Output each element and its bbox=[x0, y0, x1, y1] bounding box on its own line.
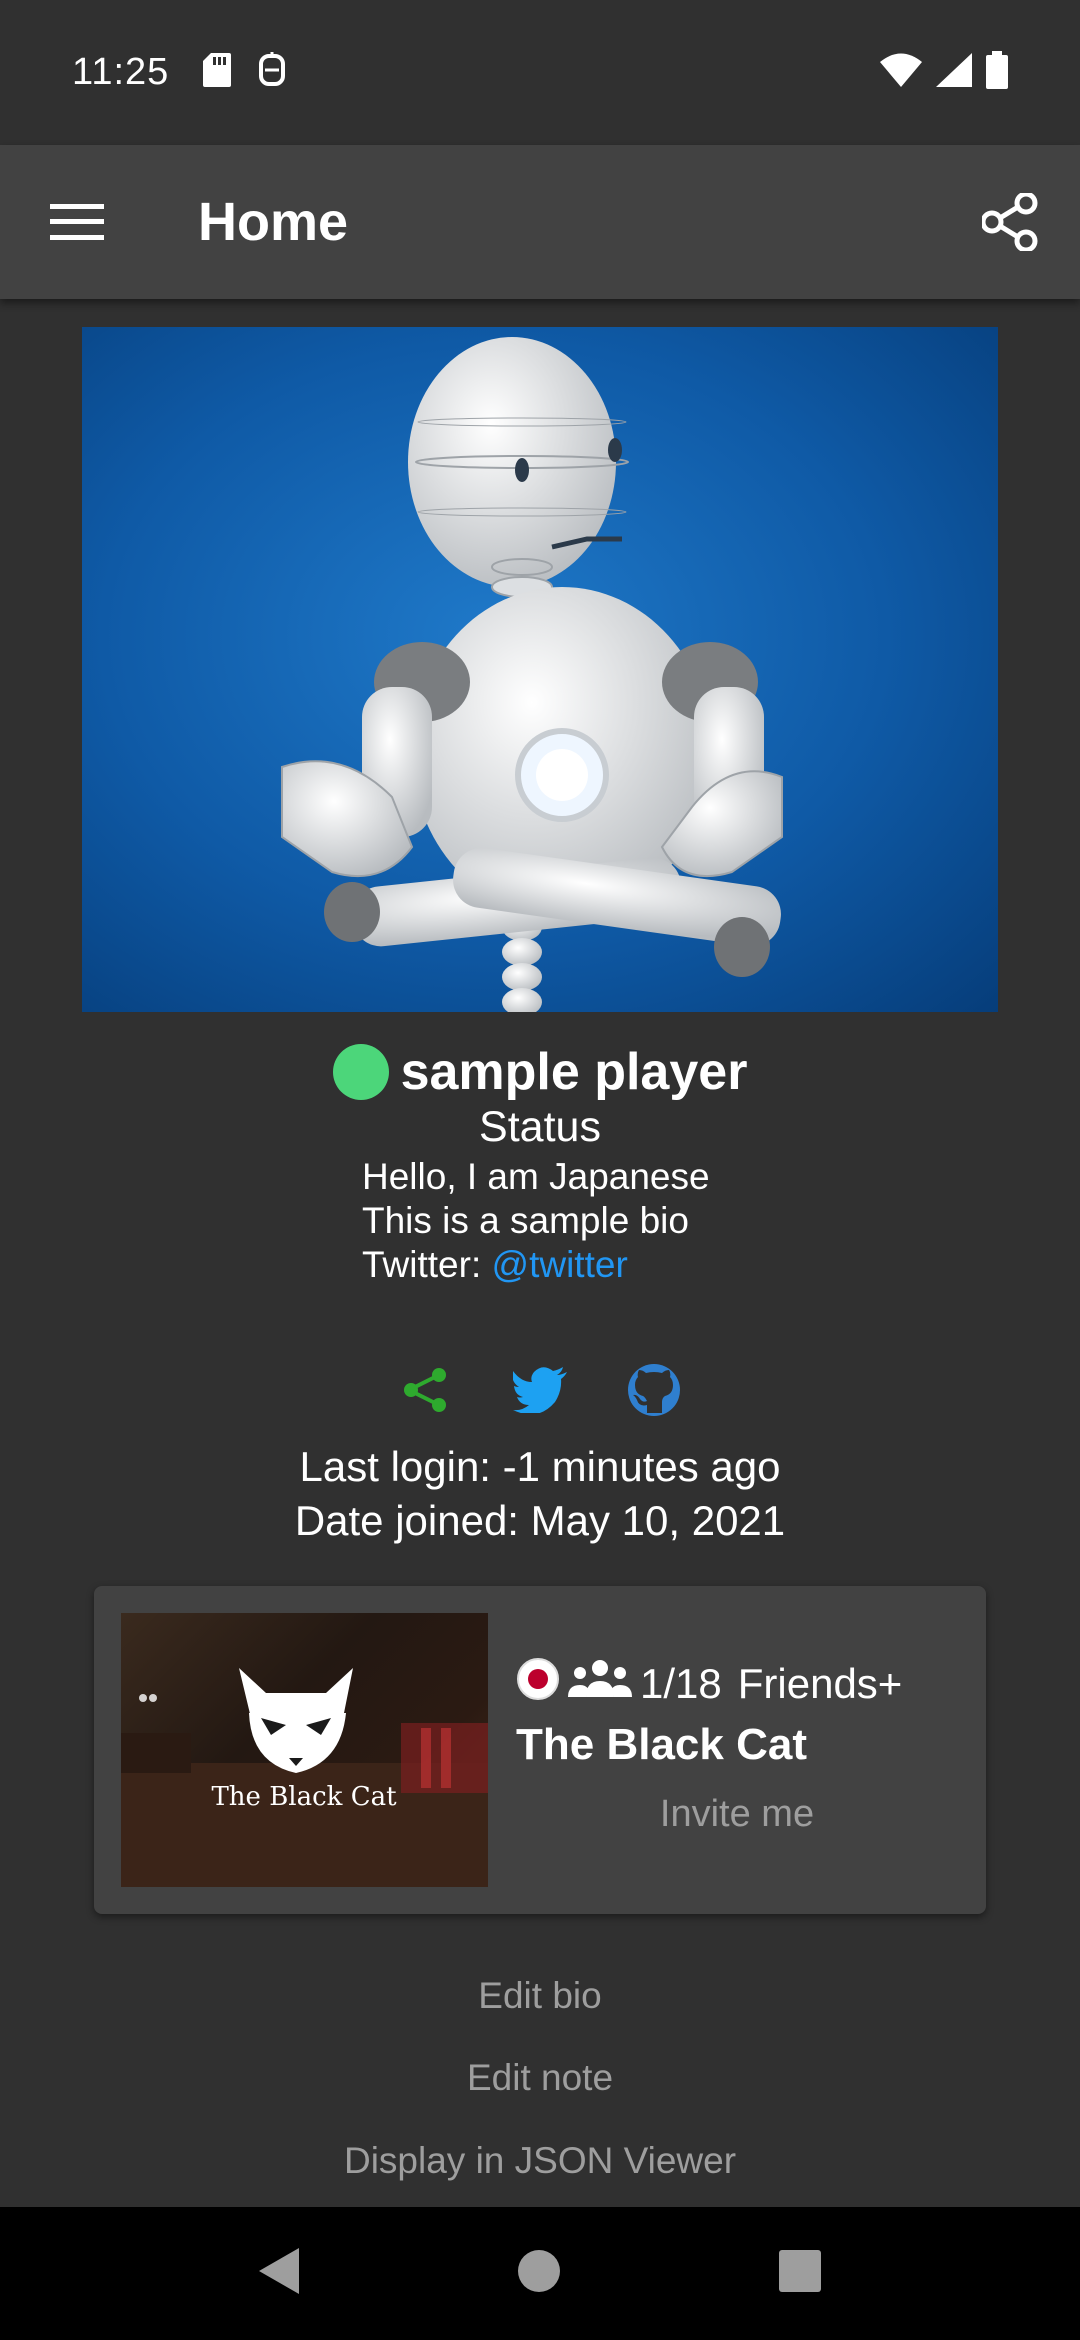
system-nav-bar bbox=[0, 2207, 1080, 2340]
notification-icon bbox=[257, 52, 287, 93]
twitter-label: Twitter: bbox=[362, 1244, 492, 1285]
player-status: Status bbox=[479, 1103, 601, 1151]
signal-icon bbox=[936, 53, 972, 92]
sd-card-icon bbox=[203, 53, 232, 92]
login-info: Last login: -1 minutes ago Date joined: … bbox=[0, 1440, 1080, 1548]
edit-note-button[interactable]: Edit note bbox=[0, 2057, 1080, 2099]
recents-button[interactable] bbox=[779, 2250, 821, 2297]
status-time: 11:25 bbox=[72, 51, 170, 93]
app-bar: Home bbox=[0, 145, 1080, 299]
menu-button[interactable] bbox=[0, 145, 154, 299]
japan-flag-icon bbox=[516, 1657, 560, 1711]
robot-avatar-illustration bbox=[281, 337, 783, 1012]
battery-icon bbox=[986, 51, 1008, 94]
hamburger-icon bbox=[50, 204, 104, 240]
status-bar: 11:25 bbox=[0, 0, 1080, 145]
bio-line: Twitter: @twitter bbox=[362, 1243, 882, 1287]
world-thumbnail-art: The Black Cat bbox=[121, 1668, 488, 1887]
bio-line: Hello, I am Japanese bbox=[362, 1156, 710, 1197]
back-icon bbox=[259, 2248, 299, 2294]
share-icon bbox=[982, 193, 1038, 251]
twitter-button[interactable] bbox=[512, 1362, 568, 1418]
avatar-image[interactable] bbox=[82, 327, 998, 1012]
world-info: 1/18 Friends+ The Black Cat bbox=[516, 1656, 966, 1770]
world-thumbnail-label: The Black Cat bbox=[211, 1782, 397, 1812]
people-icon bbox=[568, 1659, 632, 1709]
world-card[interactable]: The Black Cat 1/18 Friends+ The Black Ca… bbox=[94, 1586, 986, 1914]
recents-icon bbox=[779, 2250, 821, 2292]
edit-bio-button[interactable]: Edit bio bbox=[0, 1975, 1080, 2017]
share-profile-button[interactable] bbox=[398, 1362, 454, 1418]
github-button[interactable] bbox=[626, 1362, 682, 1418]
last-login: Last login: -1 minutes ago bbox=[299, 1443, 781, 1490]
online-status-indicator bbox=[332, 1044, 389, 1100]
wifi-icon bbox=[880, 53, 922, 92]
bio-line: This is a sample bio bbox=[362, 1200, 689, 1241]
share-button[interactable] bbox=[940, 145, 1080, 299]
home-icon bbox=[518, 2250, 560, 2292]
world-thumbnail[interactable]: The Black Cat bbox=[121, 1613, 488, 1887]
page-title: Home bbox=[198, 192, 349, 252]
world-access: Friends+ bbox=[737, 1660, 903, 1707]
twitter-link[interactable]: @twitter bbox=[492, 1244, 628, 1285]
back-button[interactable] bbox=[259, 2248, 299, 2299]
github-icon bbox=[628, 1364, 680, 1416]
player-count: 1/18 bbox=[640, 1660, 722, 1707]
twitter-icon bbox=[513, 1367, 567, 1413]
home-button[interactable] bbox=[517, 2249, 561, 2298]
profile-name-row: sample player bbox=[0, 1042, 1080, 1102]
player-bio: Hello, I am Japanese This is a sample bi… bbox=[362, 1155, 882, 1287]
invite-me-button[interactable]: Invite me bbox=[612, 1786, 862, 1842]
social-links bbox=[0, 1362, 1080, 1418]
world-name: The Black Cat bbox=[516, 1720, 807, 1769]
share-icon bbox=[404, 1368, 446, 1412]
date-joined: Date joined: May 10, 2021 bbox=[294, 1497, 786, 1544]
json-viewer-button[interactable]: Display in JSON Viewer bbox=[0, 2140, 1080, 2182]
player-name: sample player bbox=[400, 1043, 748, 1101]
